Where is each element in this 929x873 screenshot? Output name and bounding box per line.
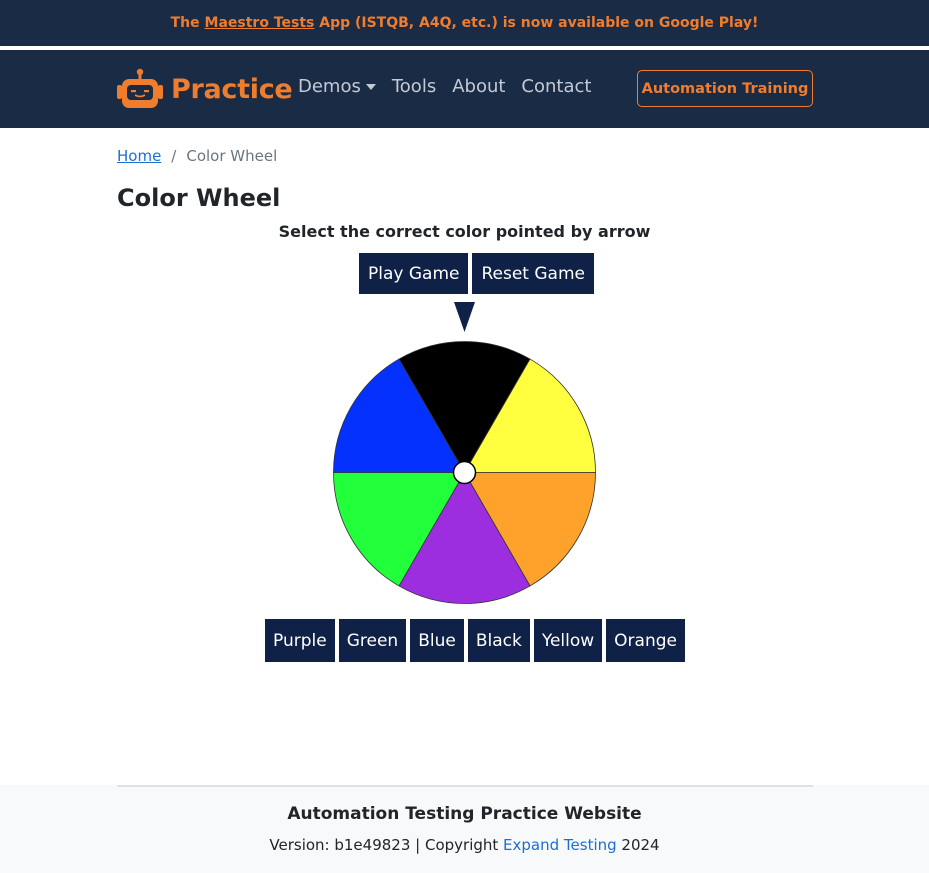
game-instruction: Select the correct color pointed by arro… (278, 222, 651, 241)
reset-game-button[interactable]: Reset Game (472, 253, 594, 294)
announcement-prefix: The (170, 15, 205, 31)
brand-name: Practice (171, 73, 293, 105)
answer-green-button[interactable]: Green (338, 619, 407, 662)
footer-year: 2024 (616, 836, 660, 854)
navbar: Practice Demos Tools About Contact Autom… (0, 50, 929, 128)
robot-icon (117, 68, 163, 108)
answer-orange-button[interactable]: Orange (606, 619, 685, 662)
maestro-tests-link[interactable]: Maestro Tests (205, 15, 315, 31)
footer-version: Version: b1e49823 | Copyright (269, 836, 504, 854)
play-game-button[interactable]: Play Game (359, 253, 469, 294)
announcement-suffix: App (ISTQB, A4Q, etc.) is now available … (314, 15, 759, 31)
automation-training-button[interactable]: Automation Training (637, 70, 813, 107)
caret-down-icon (365, 83, 376, 90)
nav-demos-dropdown[interactable]: Demos (298, 76, 376, 97)
triangle-down-icon (454, 302, 475, 332)
game-controls: Play Game Reset Game (359, 253, 594, 294)
page-title: Color Wheel (117, 184, 281, 212)
expand-testing-link[interactable]: Expand Testing (503, 836, 617, 854)
nav-tools[interactable]: Tools (392, 76, 436, 97)
footer-divider (117, 785, 813, 787)
breadcrumb-separator: / (171, 147, 177, 165)
answer-blue-button[interactable]: Blue (410, 619, 464, 662)
nav-demos-label: Demos (298, 76, 361, 97)
footer: Automation Testing Practice Website Vers… (0, 785, 929, 873)
wheel-center-hub (452, 460, 477, 485)
footer-title: Automation Testing Practice Website (287, 804, 642, 824)
brand-link[interactable]: Practice (117, 67, 293, 111)
footer-copyright: Version: b1e49823 | Copyright Expand Tes… (0, 836, 929, 854)
answer-yellow-button[interactable]: Yellow (533, 619, 603, 662)
announcement-bar: The Maestro Tests App (ISTQB, A4Q, etc.)… (0, 0, 929, 48)
answer-purple-button[interactable]: Purple (265, 619, 335, 662)
color-wheel-canvas[interactable] (330, 298, 600, 608)
answer-black-button[interactable]: Black (467, 619, 530, 662)
nav-contact[interactable]: Contact (521, 76, 591, 97)
nav-links: Demos Tools About Contact (298, 76, 591, 97)
breadcrumb-home-link[interactable]: Home (117, 147, 161, 165)
color-answer-buttons: Purple Green Blue Black Yellow Orange (265, 619, 685, 662)
breadcrumb-current: Color Wheel (186, 147, 278, 165)
breadcrumb: Home / Color Wheel (117, 147, 277, 165)
color-wheel-area (330, 298, 600, 608)
nav-about[interactable]: About (452, 76, 505, 97)
